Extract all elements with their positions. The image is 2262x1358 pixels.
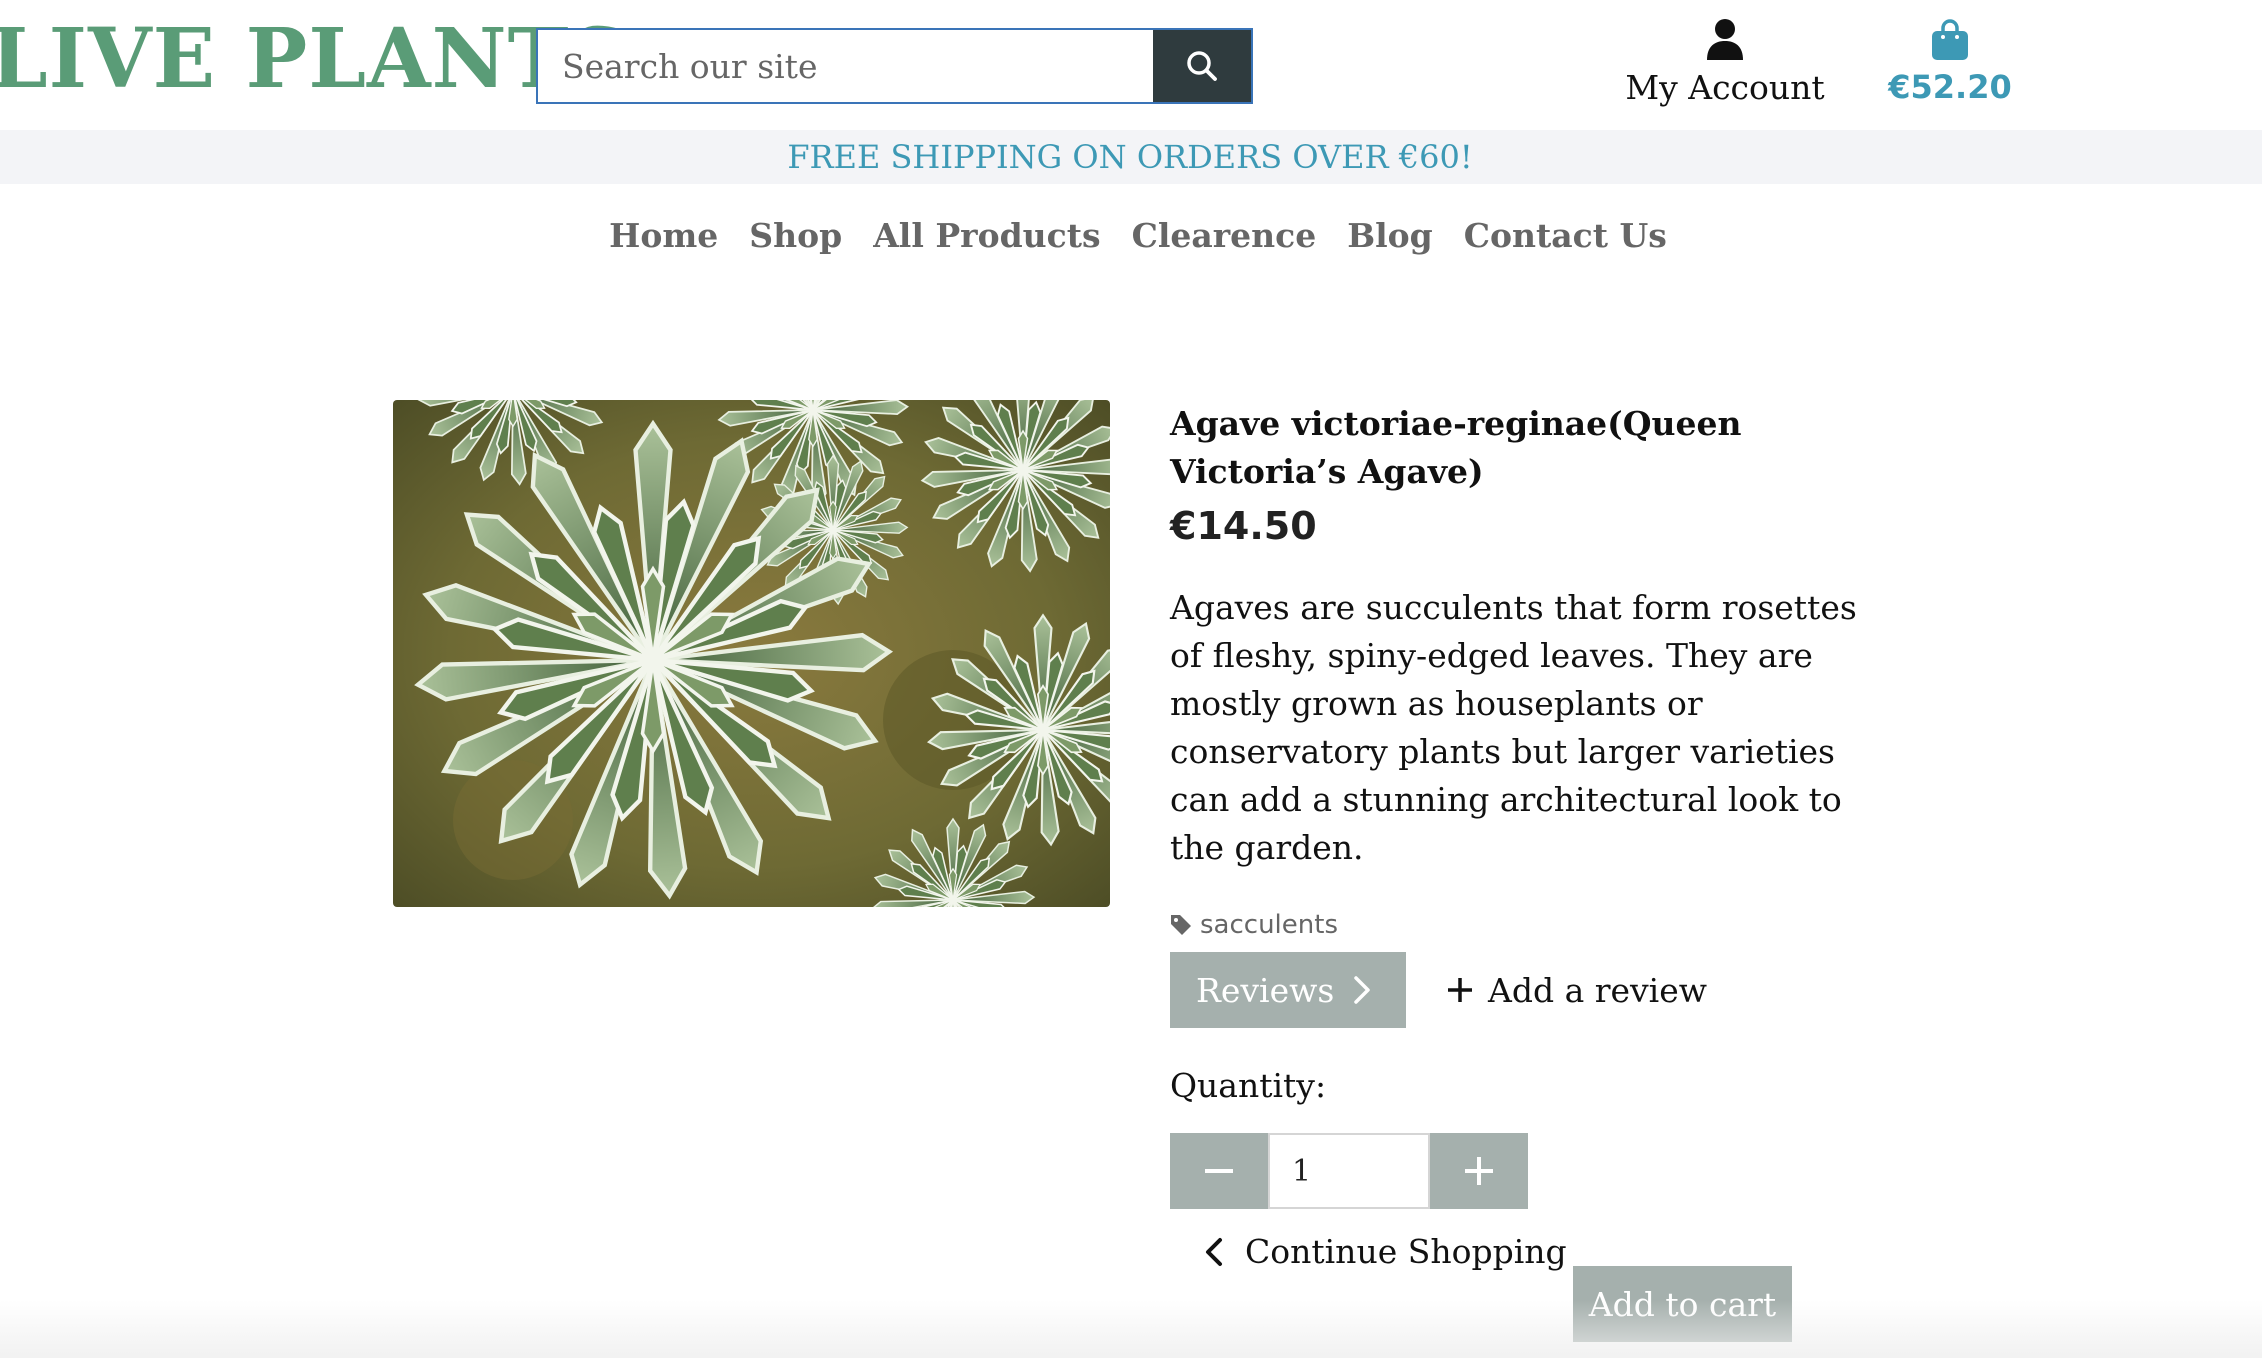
continue-shopping-label: Continue Shopping	[1245, 1232, 1567, 1271]
add-to-cart-button[interactable]: Add to cart	[1573, 1266, 1792, 1342]
search-input[interactable]	[538, 30, 1153, 102]
reviews-button-label: Reviews	[1196, 970, 1335, 1010]
product-name: Agave victoriae-reginae(Queen Victoria’s…	[1170, 404, 1742, 491]
minus-icon	[1205, 1169, 1233, 1173]
add-review-link[interactable]: Add a review	[1446, 971, 1707, 1010]
agave-photo	[393, 400, 1110, 907]
chevron-right-icon	[1354, 976, 1371, 1004]
chevron-left-icon	[1206, 1237, 1222, 1266]
quantity-label: Quantity:	[1170, 1066, 1327, 1105]
product-details: Agave victoriae-reginae(Queen Victoria’s…	[1170, 400, 1870, 1209]
review-row: Reviews Add a review	[1170, 952, 1870, 1028]
plus-icon	[1465, 1157, 1493, 1185]
reviews-button[interactable]: Reviews	[1170, 952, 1406, 1028]
product-category[interactable]: sacculents	[1170, 910, 1870, 940]
free-shipping-banner: FREE SHIPPING ON ORDERS OVER €60!	[0, 130, 2262, 184]
bottom-shadow	[0, 1300, 2262, 1358]
product-description: Agaves are succulents that form rosettes…	[1170, 588, 1857, 867]
main-nav: Home Shop All Products Clearence Blog Co…	[0, 216, 2262, 255]
category-label: sacculents	[1200, 910, 1338, 940]
decrease-quantity-button[interactable]	[1170, 1133, 1268, 1209]
search-icon	[1187, 51, 1217, 81]
cart-total: €52.20	[1888, 68, 2012, 106]
nav-item-contact-us[interactable]: Contact Us	[1464, 216, 1667, 255]
cart-link[interactable]: €52.20	[1880, 18, 2020, 106]
product-price: €14.50	[1170, 504, 1317, 548]
site-header: LIVE PLANTS My Account €52.20	[0, 0, 2262, 130]
product-image	[393, 400, 1110, 907]
tag-icon	[1171, 915, 1191, 935]
add-review-label: Add a review	[1488, 970, 1708, 1010]
nav-item-home[interactable]: Home	[609, 216, 718, 255]
search-button[interactable]	[1153, 30, 1251, 102]
nav-item-clearence[interactable]: Clearence	[1132, 216, 1317, 255]
user-icon	[1707, 19, 1743, 60]
increase-quantity-button[interactable]	[1430, 1133, 1528, 1209]
free-shipping-text: FREE SHIPPING ON ORDERS OVER €60!	[787, 138, 1473, 176]
shopping-bag-icon	[1932, 19, 1968, 60]
search-bar	[536, 28, 1253, 104]
my-account-link[interactable]: My Account	[1620, 18, 1830, 107]
quantity-stepper	[1170, 1133, 1870, 1209]
nav-item-all-products[interactable]: All Products	[873, 216, 1100, 255]
nav-item-blog[interactable]: Blog	[1347, 216, 1433, 255]
plus-icon	[1448, 978, 1472, 1002]
nav-item-shop[interactable]: Shop	[749, 216, 842, 255]
continue-shopping-link[interactable]: Continue Shopping	[1205, 1232, 1567, 1271]
quantity-input[interactable]	[1268, 1133, 1430, 1209]
my-account-label: My Account	[1625, 68, 1825, 107]
